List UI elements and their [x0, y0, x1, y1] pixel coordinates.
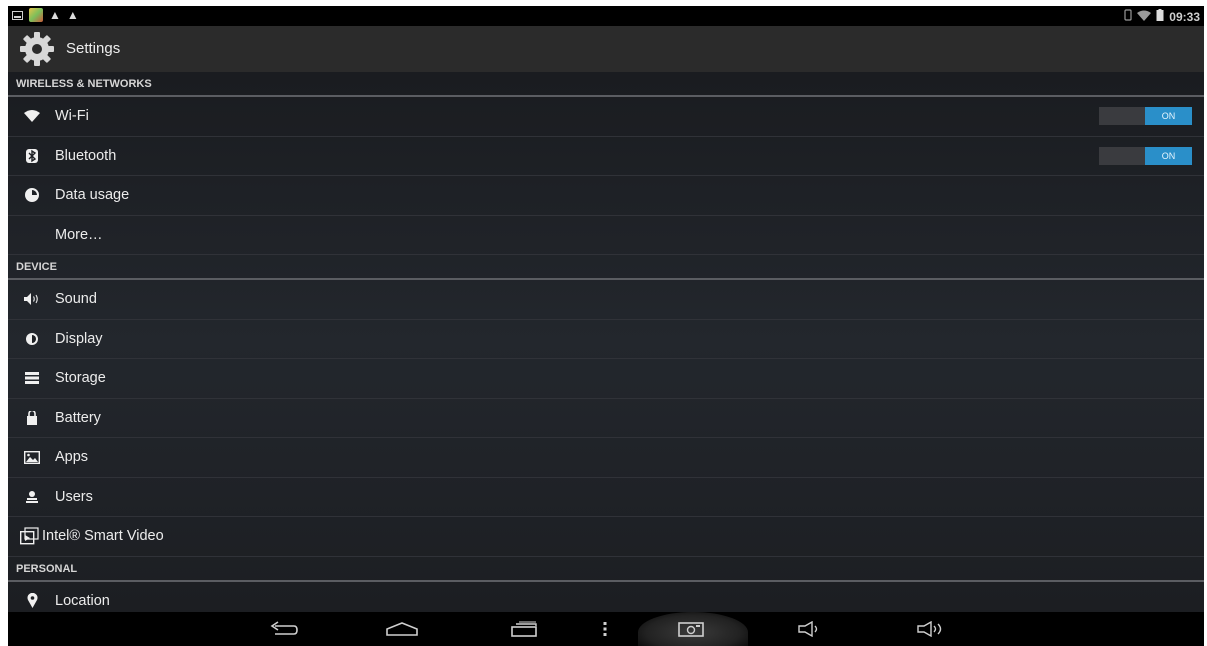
settings-item-label: Apps [55, 449, 89, 466]
settings-item-label: Intel® Smart Video [42, 528, 164, 545]
toggle-state: ON [1145, 146, 1192, 165]
settings-item-label: Data usage [55, 187, 130, 204]
warning-icon: ▲ [66, 8, 79, 22]
recents-icon[interactable] [506, 618, 542, 640]
settings-item-more[interactable]: More… [8, 216, 1204, 255]
bluetooth-toggle[interactable]: ON [1099, 146, 1192, 165]
settings-item-battery[interactable]: Battery [8, 399, 1204, 438]
action-bar: Settings [8, 26, 1204, 72]
battery-icon [22, 408, 42, 428]
volume-up-icon[interactable] [914, 618, 950, 640]
section-header-device: DEVICE [8, 255, 1204, 280]
settings-item-label: Location [55, 592, 110, 609]
status-bar-notifications: ▲ ▲ [12, 8, 79, 22]
settings-item-label: Sound [55, 291, 97, 308]
wifi-toggle[interactable]: ON [1099, 107, 1192, 126]
settings-item-wifi[interactable]: Wi-Fi ON [8, 97, 1204, 137]
section-header-wireless: WIRELESS & NETWORKS [8, 72, 1204, 97]
page-title: Settings [66, 40, 121, 57]
settings-item-storage[interactable]: Storage [8, 359, 1204, 399]
settings-item-label: Bluetooth [55, 147, 117, 164]
toggle-state: ON [1145, 107, 1192, 126]
wifi-icon [22, 106, 42, 126]
gear-icon[interactable] [18, 30, 56, 68]
back-icon[interactable] [266, 618, 302, 640]
settings-item-users[interactable]: Users [8, 478, 1204, 517]
warning-icon: ▲ [49, 8, 61, 22]
storage-icon [22, 368, 42, 388]
display-icon [22, 329, 42, 349]
location-icon [22, 591, 42, 611]
home-icon[interactable] [384, 618, 420, 640]
bluetooth-icon [22, 146, 42, 166]
settings-item-display[interactable]: Display [8, 320, 1204, 359]
settings-item-smart-video[interactable]: Intel® Smart Video [8, 517, 1204, 557]
notification-icon [12, 10, 23, 20]
clock: 09:33 [1169, 9, 1200, 24]
smart-video-icon [20, 526, 40, 546]
settings-item-label: Users [55, 488, 93, 505]
wifi-icon [1137, 10, 1152, 24]
menu-icon[interactable] [598, 618, 612, 640]
settings-item-label: More… [55, 226, 103, 243]
section-header-personal: PERSONAL [8, 557, 1204, 582]
settings-item-bluetooth[interactable]: Bluetooth ON [8, 137, 1204, 176]
settings-item-apps[interactable]: Apps [8, 438, 1204, 478]
speaker-icon [22, 289, 42, 309]
settings-item-sound[interactable]: Sound [8, 280, 1204, 320]
screenshot-icon[interactable] [676, 618, 706, 640]
status-bar: ▲ ▲ 09:33 [8, 6, 1204, 26]
settings-list[interactable]: WIRELESS & NETWORKS Wi-Fi ON Bluetooth O… [8, 72, 1204, 612]
battery-icon [1156, 9, 1164, 24]
settings-item-label: Battery [55, 409, 101, 426]
navigation-bar [8, 612, 1204, 646]
volume-down-icon[interactable] [796, 618, 826, 640]
settings-item-label: Storage [55, 370, 106, 387]
settings-item-label: Wi-Fi [55, 108, 89, 125]
vibrate-icon [1124, 9, 1132, 24]
settings-item-location[interactable]: Location [8, 582, 1204, 613]
data-usage-icon [22, 185, 42, 205]
status-bar-system: 09:33 [1124, 9, 1200, 24]
settings-item-label: Display [55, 330, 103, 347]
users-icon [22, 487, 42, 507]
apps-icon [22, 447, 42, 467]
settings-item-data-usage[interactable]: Data usage [8, 176, 1204, 216]
app-notification-icon [29, 8, 43, 22]
